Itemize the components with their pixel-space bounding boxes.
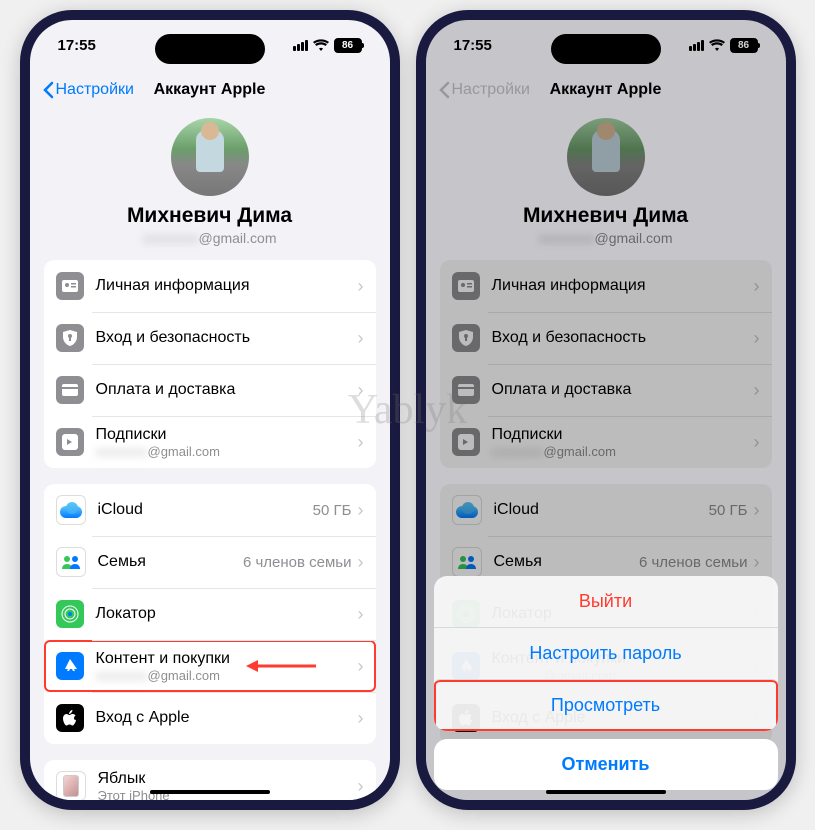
back-button[interactable]: Настройки — [42, 81, 134, 99]
row-sublabel: xxxxxxxx@gmail.com — [96, 668, 358, 684]
screen-left: 17:55 86 Настройки Аккаунт Apple Михневи… — [30, 20, 390, 800]
sheet-password-button[interactable]: Настроить пароль — [434, 627, 778, 679]
chevron-left-icon — [42, 81, 54, 99]
nav-title: Аккаунт Apple — [154, 81, 266, 99]
apple-logo-icon — [56, 704, 84, 732]
row-detail: 6 членов семьи — [243, 554, 352, 571]
profile-name: Михневич Дима — [44, 204, 376, 228]
phone-right: 17:55 86 Настройки Аккаунт Apple Михневи… — [416, 10, 796, 810]
chevron-right-icon: › — [358, 776, 364, 797]
avatar[interactable] — [171, 118, 249, 196]
row-family[interactable]: Семья 6 членов семьи › — [44, 536, 376, 588]
row-signin-with-apple[interactable]: Вход с Apple › — [44, 692, 376, 744]
iphone-icon — [56, 771, 86, 800]
row-subscriptions[interactable]: Подписки xxxxxxxx@gmail.com › — [44, 416, 376, 468]
chevron-right-icon: › — [358, 432, 364, 453]
chevron-right-icon: › — [358, 328, 364, 349]
row-label: Семья — [98, 552, 243, 571]
row-label: Вход и безопасность — [96, 328, 358, 347]
screen-right: 17:55 86 Настройки Аккаунт Apple Михневи… — [426, 20, 786, 800]
row-label: Оплата и доставка — [96, 380, 358, 399]
status-right: 86 — [293, 38, 362, 53]
row-device-iphone[interactable]: Яблык Этот iPhone › — [44, 760, 376, 800]
row-content-purchases[interactable]: Контент и покупки xxxxxxxx@gmail.com › — [44, 640, 376, 692]
section-devices: Яблык Этот iPhone › Apple Watch — Yablyk… — [44, 760, 376, 800]
cellular-icon — [293, 40, 308, 51]
subscriptions-icon — [56, 428, 84, 456]
row-signin-security[interactable]: Вход и безопасность › — [44, 312, 376, 364]
row-personal-info[interactable]: Личная информация › — [44, 260, 376, 312]
row-label: Контент и покупки — [96, 649, 358, 668]
row-label: Вход с Apple — [96, 708, 358, 727]
action-sheet-group: Выйти Настроить пароль Просмотреть — [434, 576, 778, 731]
row-label: Яблык — [98, 769, 358, 788]
sheet-signout-button[interactable]: Выйти — [434, 576, 778, 627]
status-time: 17:55 — [58, 37, 96, 54]
chevron-right-icon: › — [358, 380, 364, 401]
icloud-icon — [56, 495, 86, 525]
action-sheet: Выйти Настроить пароль Просмотреть Отмен… — [434, 576, 778, 790]
chevron-right-icon: › — [358, 276, 364, 297]
back-label: Настройки — [56, 81, 134, 99]
chevron-right-icon: › — [358, 656, 364, 677]
row-label: Подписки — [96, 425, 358, 444]
dynamic-island — [551, 34, 661, 64]
chevron-right-icon: › — [358, 604, 364, 625]
dynamic-island — [155, 34, 265, 64]
nav-bar: Настройки Аккаунт Apple — [30, 70, 390, 110]
profile-header[interactable]: Михневич Дима xxxxxxxx@gmail.com — [44, 110, 376, 260]
content-scroll[interactable]: Михневич Дима xxxxxxxx@gmail.com Личная … — [30, 110, 390, 800]
family-icon — [56, 547, 86, 577]
row-label: Личная информация — [96, 276, 358, 295]
phone-left: 17:55 86 Настройки Аккаунт Apple Михневи… — [20, 10, 400, 810]
row-icloud[interactable]: iCloud 50 ГБ › — [44, 484, 376, 536]
profile-email: xxxxxxxx@gmail.com — [44, 230, 376, 246]
home-indicator[interactable] — [546, 790, 666, 794]
app-store-icon — [56, 652, 84, 680]
sheet-view-button[interactable]: Просмотреть — [434, 679, 778, 731]
battery-icon: 86 — [334, 38, 362, 53]
chevron-right-icon: › — [358, 500, 364, 521]
chevron-right-icon: › — [358, 708, 364, 729]
shield-key-icon — [56, 324, 84, 352]
row-find-my[interactable]: Локатор › — [44, 588, 376, 640]
credit-card-icon — [56, 376, 84, 404]
wifi-icon — [313, 39, 329, 51]
row-detail: 50 ГБ — [313, 502, 352, 519]
section-services: iCloud 50 ГБ › Семья 6 членов семьи › Ло… — [44, 484, 376, 744]
row-label: Локатор — [96, 604, 358, 623]
locator-icon — [56, 600, 84, 628]
sheet-cancel-button[interactable]: Отменить — [434, 739, 778, 790]
row-label: iCloud — [98, 500, 313, 519]
row-payment-shipping[interactable]: Оплата и доставка › — [44, 364, 376, 416]
chevron-right-icon: › — [358, 552, 364, 573]
home-indicator[interactable] — [150, 790, 270, 794]
row-sublabel: xxxxxxxx@gmail.com — [96, 444, 358, 460]
id-card-icon — [56, 272, 84, 300]
section-account: Личная информация › Вход и безопасность … — [44, 260, 376, 468]
